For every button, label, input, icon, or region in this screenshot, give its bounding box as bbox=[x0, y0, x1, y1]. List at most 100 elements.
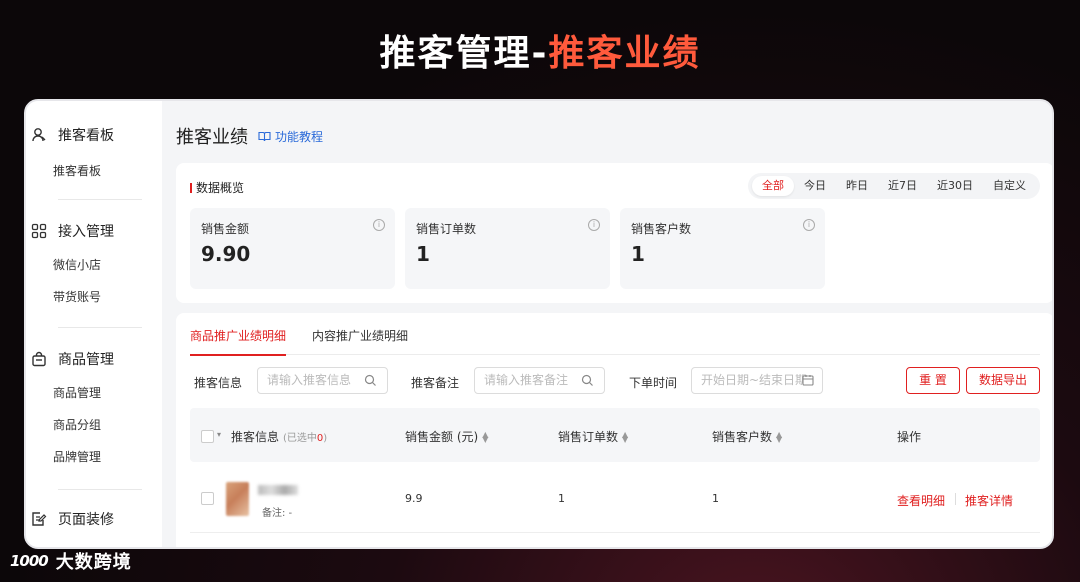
sidebar-item-tuike-dashboard[interactable]: 推客看板 bbox=[30, 155, 114, 187]
metric-value: 9.90 bbox=[201, 242, 251, 266]
sidebar-item-product-group[interactable]: 商品分组 bbox=[30, 409, 114, 441]
sidebar-divider bbox=[58, 489, 142, 490]
sidebar-group-title-dashboard[interactable]: 推客看板 bbox=[30, 123, 114, 147]
row-customers: 1 bbox=[712, 492, 719, 505]
sidebar-group-title-access[interactable]: 接入管理 bbox=[30, 219, 114, 243]
info-icon[interactable]: i bbox=[803, 219, 815, 231]
metric-order-count: 销售订单数 i 1 bbox=[405, 208, 610, 289]
sidebar-group-label: 商品管理 bbox=[58, 352, 114, 368]
tutorial-link[interactable]: 功能教程 bbox=[258, 128, 323, 145]
row-note: 备注: - bbox=[262, 508, 293, 519]
edit-icon bbox=[30, 510, 48, 528]
overview-title-text: 数据概览 bbox=[196, 181, 245, 195]
metric-customer-count: 销售客户数 i 1 bbox=[620, 208, 825, 289]
dropdown-caret-icon[interactable]: ▾ bbox=[217, 430, 221, 439]
remark-label: 推客备注 bbox=[411, 376, 460, 390]
metric-label: 销售订单数 bbox=[416, 222, 477, 236]
sidebar: 推客看板 推客看板 接入管理 微信小店 带货账号 商品管理 商品管理 商品分组 … bbox=[26, 101, 162, 547]
sidebar-group-access: 接入管理 微信小店 带货账号 bbox=[30, 219, 114, 313]
col-orders-label: 销售订单数 bbox=[558, 430, 619, 444]
sidebar-group-decoration: 页面装修 bbox=[30, 507, 114, 531]
brand-name: 大数跨境 bbox=[55, 552, 132, 573]
col-amount[interactable]: 销售金额 (元) ▲ ▼ bbox=[405, 428, 488, 445]
info-label: 推客信息 bbox=[194, 376, 243, 390]
info-placeholder: 请输入推客信息 bbox=[267, 373, 352, 387]
info-search-input[interactable]: 请输入推客信息 bbox=[257, 367, 388, 394]
filter-yesterday[interactable]: 昨日 bbox=[836, 176, 878, 196]
filter-30days[interactable]: 近30日 bbox=[927, 176, 983, 196]
book-icon bbox=[258, 131, 271, 141]
search-icon bbox=[364, 374, 376, 386]
sidebar-group-label: 页面装修 bbox=[58, 512, 114, 528]
headline: 推客管理-推客业绩 bbox=[0, 24, 1080, 76]
search-icon bbox=[581, 374, 593, 386]
export-button[interactable]: 数据导出 bbox=[966, 367, 1040, 394]
headline-accent: 推客业绩 bbox=[548, 33, 701, 74]
action-separator bbox=[955, 493, 956, 505]
table-row: 备注: - 9.9 1 1 查看明细 推客详情 bbox=[190, 465, 1040, 533]
page-header: 推客业绩 功能教程 bbox=[176, 123, 323, 149]
col-actions-label: 操作 bbox=[897, 430, 922, 444]
metric-label: 销售金额 bbox=[201, 222, 250, 236]
info-icon[interactable]: i bbox=[373, 219, 385, 231]
sidebar-group-title-products[interactable]: 商品管理 bbox=[30, 347, 114, 371]
sort-icon[interactable]: ▲ ▼ bbox=[622, 430, 628, 443]
info-icon[interactable]: i bbox=[588, 219, 600, 231]
metric-label: 销售客户数 bbox=[631, 222, 692, 236]
col-customers-label: 销售客户数 bbox=[712, 430, 773, 444]
sidebar-group-products: 商品管理 商品管理 商品分组 品牌管理 bbox=[30, 347, 114, 473]
sidebar-item-product-management[interactable]: 商品管理 bbox=[30, 377, 114, 409]
tutorial-label: 功能教程 bbox=[275, 129, 324, 144]
col-tuike-info: 推客信息 (已选中0) bbox=[231, 428, 327, 445]
date-placeholder: 开始日期~结束日期 bbox=[701, 373, 808, 387]
row-amount: 9.9 bbox=[405, 492, 423, 505]
reset-button[interactable]: 重 置 bbox=[906, 367, 960, 394]
calendar-icon bbox=[802, 375, 814, 386]
select-all-checkbox[interactable] bbox=[201, 430, 214, 443]
metric-value: 1 bbox=[416, 242, 430, 266]
sidebar-divider bbox=[58, 327, 142, 328]
avatar bbox=[226, 482, 249, 516]
sidebar-group-dashboard: 推客看板 推客看板 bbox=[30, 123, 114, 187]
tuike-detail-link[interactable]: 推客详情 bbox=[965, 492, 1013, 509]
overview-title: 数据概览 bbox=[190, 179, 244, 196]
sort-icon[interactable]: ▲ ▼ bbox=[482, 430, 488, 443]
sidebar-group-title-decoration[interactable]: 页面装修 bbox=[30, 507, 114, 531]
sidebar-group-label: 接入管理 bbox=[58, 224, 114, 240]
row-checkbox[interactable] bbox=[201, 492, 214, 505]
filter-all[interactable]: 全部 bbox=[752, 176, 794, 196]
sidebar-item-brand[interactable]: 品牌管理 bbox=[30, 441, 114, 473]
brand-mark: 1000 bbox=[10, 552, 49, 570]
blurred-name bbox=[258, 485, 298, 495]
app-window: 推客看板 推客看板 接入管理 微信小店 带货账号 商品管理 商品管理 商品分组 … bbox=[24, 99, 1054, 549]
metric-sales-amount: 销售金额 i 9.90 bbox=[190, 208, 395, 289]
sort-icon[interactable]: ▲ ▼ bbox=[776, 430, 782, 443]
page-title: 推客业绩 bbox=[176, 127, 248, 148]
detail-card: 商品推广业绩明细 内容推广业绩明细 推客信息 请输入推客信息 推客备注 请输入推… bbox=[176, 313, 1052, 547]
date-filter-group: 全部 今日 昨日 近7日 近30日 自定义 bbox=[748, 173, 1040, 199]
main-content: 推客业绩 功能教程 数据概览 全部 今日 昨日 近7日 近30日 自定义 销售金… bbox=[176, 101, 1052, 547]
date-range-input[interactable]: 开始日期~结束日期 bbox=[691, 367, 823, 394]
selected-prefix: (已选中 bbox=[283, 433, 317, 444]
filter-7days[interactable]: 近7日 bbox=[878, 176, 927, 196]
filter-custom[interactable]: 自定义 bbox=[983, 176, 1036, 196]
sidebar-item-wechat-store[interactable]: 微信小店 bbox=[30, 249, 114, 281]
tab-content-promotion[interactable]: 内容推广业绩明细 bbox=[312, 327, 408, 355]
filter-form: 推客信息 请输入推客信息 推客备注 请输入推客备注 下单时间 开始日期~结束日期… bbox=[194, 367, 1040, 395]
headline-prefix: 推客管理- bbox=[379, 33, 549, 74]
selected-count: (已选中0) bbox=[283, 429, 327, 444]
row-orders: 1 bbox=[558, 492, 565, 505]
filter-today[interactable]: 今日 bbox=[794, 176, 836, 196]
col-orders[interactable]: 销售订单数 ▲ ▼ bbox=[558, 428, 628, 445]
view-detail-link[interactable]: 查看明细 bbox=[897, 492, 945, 509]
col-customers[interactable]: 销售客户数 ▲ ▼ bbox=[712, 428, 782, 445]
selected-suffix: ) bbox=[323, 433, 328, 444]
sidebar-item-account[interactable]: 带货账号 bbox=[30, 281, 114, 313]
remark-search-input[interactable]: 请输入推客备注 bbox=[474, 367, 605, 394]
sidebar-group-label: 推客看板 bbox=[58, 128, 114, 144]
col-tuike-info-label: 推客信息 bbox=[231, 430, 280, 444]
tab-product-promotion[interactable]: 商品推广业绩明细 bbox=[190, 327, 287, 356]
col-actions: 操作 bbox=[897, 428, 921, 445]
sidebar-divider bbox=[58, 199, 142, 200]
detail-tabs: 商品推广业绩明细 内容推广业绩明细 bbox=[190, 327, 1040, 356]
